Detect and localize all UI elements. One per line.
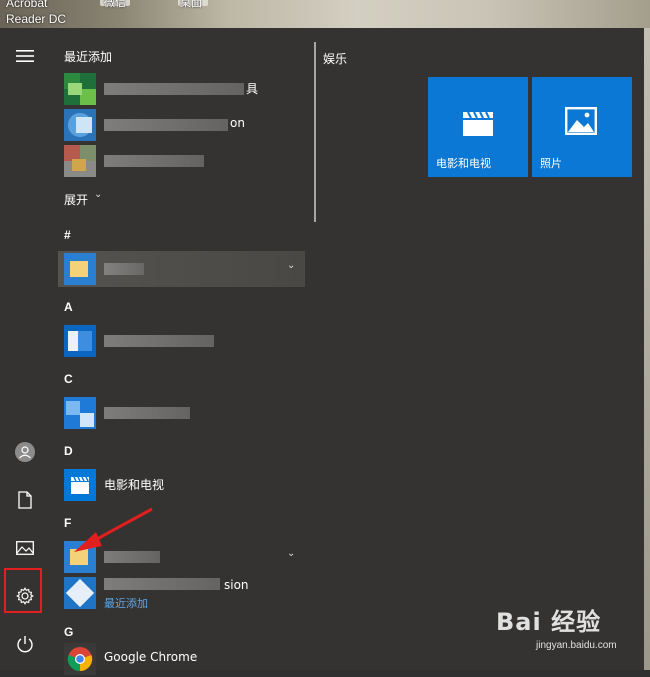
recent-item-3[interactable] bbox=[58, 143, 308, 179]
menu-button[interactable] bbox=[5, 36, 45, 76]
documents-button[interactable] bbox=[5, 480, 45, 520]
start-rail bbox=[0, 28, 50, 670]
user-icon bbox=[15, 442, 35, 462]
letter-header-a[interactable]: A bbox=[64, 300, 73, 314]
folder-icon bbox=[64, 541, 96, 573]
app-icon bbox=[64, 643, 96, 675]
document-icon bbox=[18, 491, 32, 509]
app-c-1[interactable] bbox=[58, 395, 308, 431]
app-f-2-sublabel: 最近添加 bbox=[104, 597, 148, 610]
blurred-label bbox=[104, 119, 228, 131]
letter-header-g[interactable]: G bbox=[64, 625, 73, 639]
chevron-down-icon[interactable]: ⌄ bbox=[287, 260, 295, 271]
app-movies-tv[interactable]: 电影和电视 bbox=[58, 467, 308, 503]
desktop-label-desktop: 桌面 bbox=[180, 0, 202, 9]
recent-item-1-label: 具 bbox=[246, 82, 259, 96]
app-icon bbox=[64, 325, 96, 357]
chrome-icon bbox=[67, 647, 93, 672]
app-list: 最近添加 具 on 展开 ⌄ # ⌄ A C D 电影和电视 F ⌄ sion … bbox=[58, 28, 316, 675]
folder-icon bbox=[64, 253, 96, 285]
pictures-button[interactable] bbox=[5, 528, 45, 568]
folder-group-f[interactable]: ⌄ bbox=[58, 539, 308, 575]
expand-button[interactable]: 展开 ⌄ bbox=[64, 189, 124, 207]
desktop-icon-acrobat-label[interactable]: Acrobat Reader DC bbox=[6, 0, 66, 27]
desktop-background: Acrobat Reader DC 微信 桌面 bbox=[0, 0, 650, 28]
app-google-chrome[interactable]: Google Chrome bbox=[58, 641, 308, 677]
picture-icon bbox=[16, 541, 34, 555]
app-icon bbox=[64, 397, 96, 429]
recent-header: 最近添加 bbox=[64, 50, 113, 64]
app-google-chrome-label: Google Chrome bbox=[104, 650, 198, 664]
desktop-edge bbox=[644, 28, 650, 670]
scrollbar[interactable] bbox=[314, 42, 316, 222]
app-movies-tv-label: 电影和电视 bbox=[104, 478, 165, 492]
settings-highlight-box bbox=[4, 568, 42, 613]
user-button[interactable] bbox=[5, 432, 45, 472]
letter-header-d[interactable]: D bbox=[64, 444, 73, 458]
chevron-down-icon[interactable]: ⌄ bbox=[287, 548, 295, 559]
photo-icon bbox=[565, 107, 598, 139]
blurred-label bbox=[104, 578, 220, 590]
watermark-logo: Bai 经验 bbox=[496, 608, 602, 636]
desktop-label-wechat: 微信 bbox=[104, 0, 126, 9]
app-f-2-label: sion bbox=[224, 578, 249, 592]
blurred-label bbox=[104, 263, 144, 275]
blurred-label bbox=[104, 551, 160, 563]
chevron-down-icon: ⌄ bbox=[94, 189, 103, 200]
watermark-url: jingyan.baidu.com bbox=[536, 640, 617, 651]
app-icon bbox=[64, 577, 96, 609]
tile-photos-label: 照片 bbox=[540, 157, 562, 170]
baidu-watermark: Bai 经验 jingyan.baidu.com bbox=[496, 598, 646, 668]
tile-photos[interactable]: 照片 bbox=[532, 77, 632, 177]
tile-movies-tv[interactable]: 电影和电视 bbox=[428, 77, 528, 177]
blurred-label bbox=[104, 335, 214, 347]
app-icon bbox=[64, 73, 96, 105]
app-a-1[interactable] bbox=[58, 323, 308, 359]
recent-item-2-label: on bbox=[230, 116, 245, 130]
power-button[interactable] bbox=[5, 624, 45, 664]
start-menu: 最近添加 具 on 展开 ⌄ # ⌄ A C D 电影和电视 F ⌄ sion … bbox=[0, 28, 644, 675]
recent-item-2[interactable]: on bbox=[58, 107, 308, 143]
tile-movies-tv-label: 电影和电视 bbox=[436, 157, 491, 170]
blurred-label bbox=[104, 83, 244, 95]
blurred-label bbox=[104, 155, 204, 167]
app-icon bbox=[64, 145, 96, 177]
letter-header-c[interactable]: C bbox=[64, 372, 73, 386]
app-icon bbox=[64, 109, 96, 141]
folder-group-hash[interactable]: ⌄ bbox=[58, 251, 305, 287]
clapperboard-icon bbox=[71, 476, 89, 494]
clapperboard-icon bbox=[461, 107, 495, 141]
blurred-label bbox=[104, 407, 190, 419]
app-icon bbox=[64, 469, 96, 501]
app-f-2[interactable]: sion 最近添加 bbox=[58, 575, 308, 611]
letter-header-f[interactable]: F bbox=[64, 516, 71, 530]
tile-group-title[interactable]: 娱乐 bbox=[323, 50, 347, 67]
letter-header-hash[interactable]: # bbox=[64, 228, 71, 242]
power-icon bbox=[17, 636, 33, 653]
expand-label: 展开 bbox=[64, 193, 89, 207]
hamburger-icon bbox=[16, 50, 34, 62]
recent-item-1[interactable]: 具 bbox=[58, 71, 308, 107]
